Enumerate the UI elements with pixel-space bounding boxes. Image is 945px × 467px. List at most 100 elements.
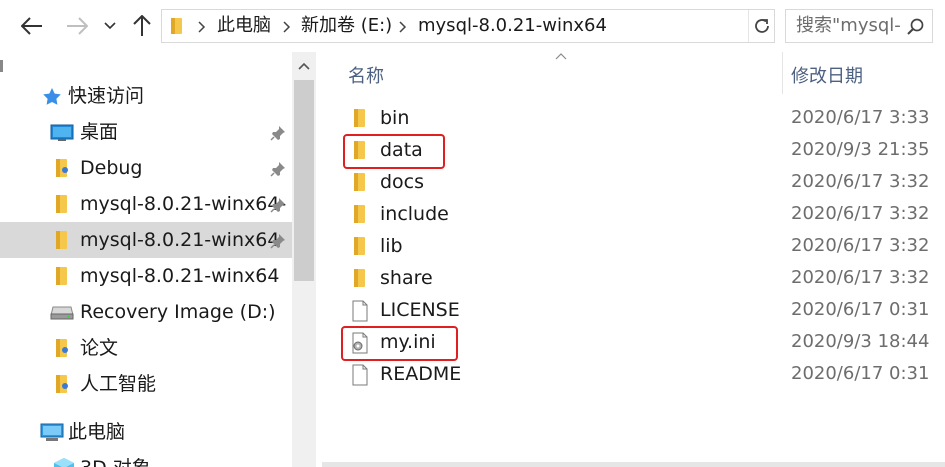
- file-row[interactable]: LICENSE 2020/6/17 0:31: [322, 294, 945, 326]
- file-name: share: [380, 267, 433, 289]
- address-bar[interactable]: 此电脑 新加卷 (E:) mysql-8.0.21-winx64: [161, 9, 775, 43]
- file-explorer-window: 此电脑 新加卷 (E:) mysql-8.0.21-winx64 搜索"mysq…: [0, 0, 945, 467]
- folder-icon: [354, 237, 365, 255]
- sidebar-item-label: mysql-8.0.21-winx64: [80, 229, 280, 251]
- file-row[interactable]: share 2020/6/17 3:32: [322, 262, 945, 294]
- file-date: 2020/6/17 0:31: [791, 299, 930, 320]
- sidebar-item-mysql-3[interactable]: mysql-8.0.21-winx64: [0, 258, 292, 294]
- sidebar-item-label: 人工智能: [80, 373, 157, 395]
- navigation-pane: 快速访问 桌面 Debug mysql-8.0.21-winx64- mysql…: [0, 52, 320, 467]
- chevron-right-icon: [198, 21, 206, 33]
- navigation-scrollbar[interactable]: [292, 52, 316, 467]
- file-name: docs: [380, 171, 425, 193]
- file-row[interactable]: lib 2020/6/17 3:32: [322, 230, 945, 262]
- file-row[interactable]: include 2020/6/17 3:32: [322, 198, 945, 230]
- content-scrollbar[interactable]: [322, 462, 945, 467]
- sidebar-item-label: 3D 对象: [80, 450, 151, 467]
- sidebar-item-label: 桌面: [80, 121, 119, 143]
- computer-icon: [40, 423, 64, 441]
- pin-icon[interactable]: [270, 197, 286, 213]
- search-box[interactable]: 搜索"mysql-8.0.21-winx64": [785, 9, 933, 43]
- folder-icon: [56, 267, 67, 285]
- search-input[interactable]: 搜索"mysql-8.0.21-winx64": [796, 10, 900, 42]
- folder-icon: [354, 173, 365, 191]
- sidebar-item-3d-objects[interactable]: 3D 对象: [0, 450, 292, 467]
- highlight-box-data: [343, 134, 445, 169]
- refresh-button[interactable]: [748, 10, 774, 42]
- sidebar-item-label: 论文: [80, 337, 119, 359]
- star-icon: [43, 88, 61, 105]
- forward-button[interactable]: [63, 12, 91, 40]
- file-row[interactable]: README 2020/6/17 0:31: [322, 358, 945, 390]
- sidebar-item-thesis[interactable]: 论文: [0, 330, 292, 366]
- breadcrumb-this-pc[interactable]: 此电脑: [217, 10, 271, 42]
- file-name: lib: [380, 235, 403, 257]
- breadcrumb-mysql-folder[interactable]: mysql-8.0.21-winx64: [418, 10, 607, 42]
- desktop-icon: [50, 124, 74, 141]
- sidebar-item-label: Recovery Image (D:): [80, 301, 276, 323]
- file-date: 2020/6/17 3:32: [791, 171, 930, 192]
- chevron-down-icon: [104, 22, 116, 30]
- sidebar-item-mysql-2[interactable]: mysql-8.0.21-winx64: [0, 222, 292, 258]
- refresh-icon: [754, 19, 769, 33]
- file-name: README: [380, 363, 462, 385]
- pin-icon[interactable]: [270, 125, 286, 141]
- sidebar-this-pc[interactable]: 此电脑: [0, 414, 292, 450]
- folder-icon: [56, 375, 68, 393]
- drive-icon: [50, 306, 74, 320]
- sidebar-item-label: Debug: [80, 157, 143, 179]
- chevron-right-icon: [399, 21, 407, 33]
- cube-icon: [54, 458, 74, 467]
- file-row[interactable]: bin 2020/6/17 3:33: [322, 102, 945, 134]
- folder-icon: [56, 339, 68, 357]
- sidebar-item-mysql-1[interactable]: mysql-8.0.21-winx64-: [0, 186, 292, 222]
- file-date: 2020/6/17 3:32: [791, 235, 930, 256]
- file-row[interactable]: docs 2020/6/17 3:32: [322, 166, 945, 198]
- folder-icon: [56, 231, 67, 249]
- column-header-name[interactable]: 名称: [348, 62, 384, 88]
- highlight-box-my-ini: [341, 326, 458, 361]
- folder-icon: [354, 109, 365, 127]
- sidebar-quick-access[interactable]: 快速访问: [0, 78, 292, 114]
- breadcrumb-drive-e[interactable]: 新加卷 (E:): [301, 10, 392, 42]
- file-date: 2020/9/3 21:35: [791, 139, 930, 160]
- sidebar-item-label: 此电脑: [68, 421, 126, 443]
- recent-locations-button[interactable]: [98, 12, 122, 40]
- scroll-up-icon[interactable]: [298, 62, 310, 70]
- chevron-right-icon: [283, 21, 291, 33]
- folder-icon: [56, 159, 68, 177]
- folder-icon: [354, 205, 365, 223]
- folder-icon: [56, 195, 67, 213]
- file-icon: [352, 300, 368, 322]
- sidebar-item-label: mysql-8.0.21-winx64-: [80, 193, 287, 215]
- file-date: 2020/6/17 3:32: [791, 203, 930, 224]
- sidebar-item-label: mysql-8.0.21-winx64: [80, 265, 280, 287]
- sort-ascending-icon: [555, 53, 567, 60]
- sidebar-item-debug[interactable]: Debug: [0, 150, 292, 186]
- sidebar-item-recovery-drive[interactable]: Recovery Image (D:): [0, 294, 292, 330]
- scrollbar-thumb[interactable]: [294, 80, 314, 281]
- column-header-date-modified[interactable]: 修改日期: [791, 62, 863, 88]
- folder-icon: [171, 18, 182, 34]
- file-name: LICENSE: [380, 299, 460, 321]
- arrow-left-icon: [21, 17, 42, 35]
- pin-icon[interactable]: [270, 233, 286, 249]
- search-icon: [907, 18, 924, 35]
- file-date: 2020/6/17 0:31: [791, 363, 930, 384]
- arrow-up-icon: [133, 15, 151, 36]
- up-button[interactable]: [128, 12, 156, 40]
- file-icon: [352, 364, 368, 386]
- file-name: bin: [380, 107, 410, 129]
- column-divider[interactable]: [782, 52, 783, 94]
- sidebar-item-label: 快速访问: [68, 85, 145, 107]
- file-date: 2020/9/3 18:44: [791, 331, 930, 352]
- back-button[interactable]: [18, 12, 46, 40]
- file-name: include: [380, 203, 449, 225]
- file-date: 2020/6/17 3:32: [791, 267, 930, 288]
- arrow-right-icon: [67, 17, 88, 35]
- sidebar-item-desktop[interactable]: 桌面: [0, 114, 292, 150]
- sidebar-item-ai[interactable]: 人工智能: [0, 366, 292, 402]
- pin-icon[interactable]: [270, 161, 286, 177]
- file-date: 2020/6/17 3:33: [791, 107, 930, 128]
- file-list: 名称 修改日期 bin 2020/6/17 3:33 data 2020/9/3…: [322, 52, 945, 467]
